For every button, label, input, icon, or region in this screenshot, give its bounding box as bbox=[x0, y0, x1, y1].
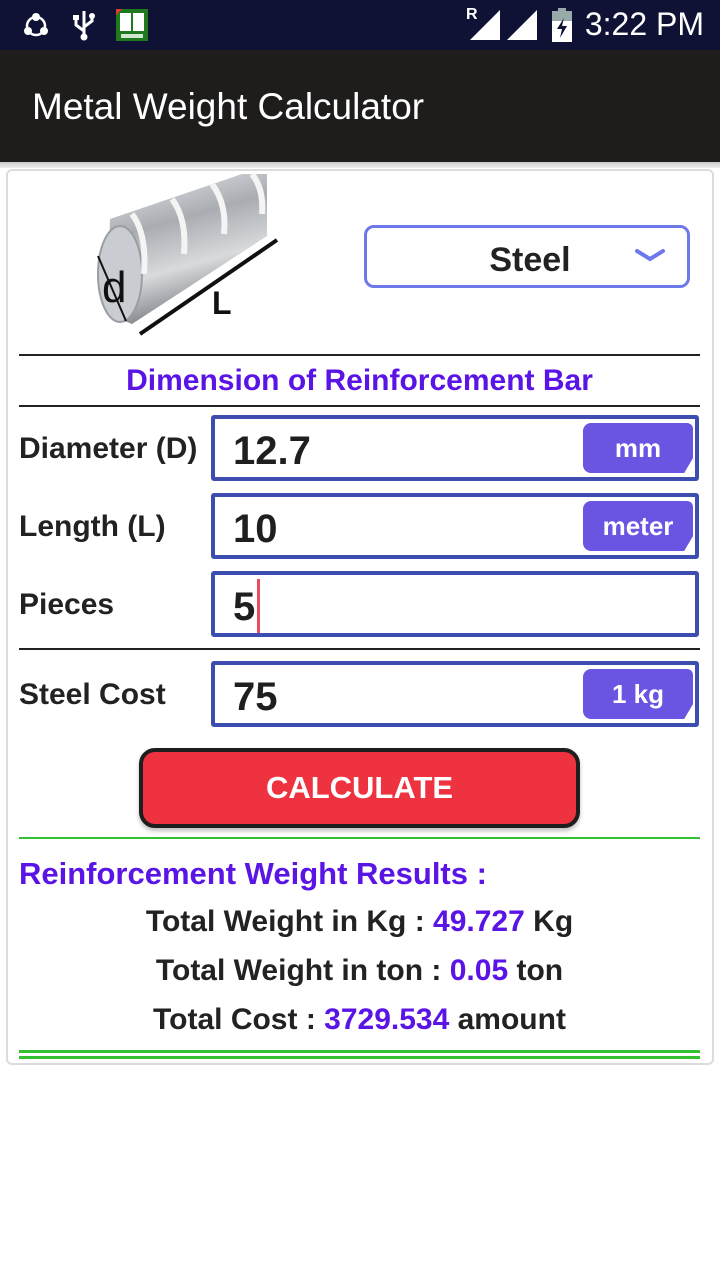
app-bar: Metal Weight Calculator bbox=[0, 50, 720, 162]
result-label: Total Cost : bbox=[153, 1003, 325, 1036]
cost-unit-badge: 1 kg bbox=[583, 669, 693, 719]
result-total-weight-ton: Total Weight in ton : 0.05 ton bbox=[19, 954, 700, 988]
length-value: 10 bbox=[233, 507, 278, 551]
results-title: Reinforcement Weight Results : bbox=[19, 856, 487, 891]
diameter-unit-badge: mm bbox=[583, 423, 693, 473]
result-value: 49.727 bbox=[433, 905, 525, 938]
divider bbox=[19, 648, 700, 650]
status-bar: R 3:22 PM bbox=[0, 0, 720, 50]
pieces-value: 5 bbox=[233, 585, 256, 629]
steel-cost-input[interactable]: 75 1 kg bbox=[211, 661, 699, 727]
diameter-label: Diameter (D) bbox=[19, 432, 198, 465]
signal-icon bbox=[507, 10, 537, 40]
shareit-icon bbox=[24, 13, 48, 37]
divider bbox=[19, 405, 700, 407]
chevron-down-icon bbox=[635, 249, 665, 262]
length-unit-badge: meter bbox=[583, 501, 693, 551]
result-unit: Kg bbox=[524, 905, 574, 938]
steel-cost-value: 75 bbox=[233, 675, 278, 719]
result-unit: amount bbox=[449, 1003, 566, 1036]
length-label: L bbox=[212, 285, 232, 321]
result-label: Total Weight in ton : bbox=[155, 954, 450, 987]
rebar-illustration: d L bbox=[97, 174, 279, 336]
result-value: 3729.534 bbox=[324, 1003, 450, 1036]
result-label: Total Weight in Kg : bbox=[145, 905, 434, 938]
app-title: Metal Weight Calculator bbox=[32, 86, 425, 127]
result-value: 0.05 bbox=[449, 954, 509, 987]
result-total-cost: Total Cost : 3729.534 amount bbox=[19, 1003, 700, 1037]
length-label: Length (L) bbox=[19, 510, 166, 543]
steel-cost-label: Steel Cost bbox=[19, 678, 166, 711]
pieces-label: Pieces bbox=[19, 588, 115, 621]
text-cursor bbox=[257, 579, 260, 633]
divider bbox=[19, 1056, 700, 1059]
pieces-input[interactable]: 5 bbox=[211, 571, 699, 637]
calculate-button[interactable]: CALCULATE bbox=[139, 748, 580, 828]
result-total-weight-kg: Total Weight in Kg : 49.727 Kg bbox=[19, 905, 700, 939]
usb-icon bbox=[73, 11, 95, 41]
diameter-label: d bbox=[102, 263, 126, 312]
signal-roaming-icon bbox=[470, 10, 500, 40]
app-bar-shadow bbox=[0, 162, 720, 168]
divider bbox=[19, 1050, 700, 1053]
diameter-input[interactable]: 12.7 mm bbox=[211, 415, 699, 481]
divider bbox=[19, 354, 700, 356]
status-time: 3:22 PM bbox=[584, 6, 704, 42]
divider bbox=[19, 837, 700, 839]
material-dropdown[interactable]: Steel bbox=[364, 225, 690, 288]
battery-charging-icon bbox=[552, 8, 572, 42]
section-title: Dimension of Reinforcement Bar bbox=[126, 364, 593, 397]
diameter-value: 12.7 bbox=[233, 429, 311, 473]
dictionary-app-icon bbox=[116, 9, 148, 41]
length-input[interactable]: 10 meter bbox=[211, 493, 699, 559]
result-unit: ton bbox=[508, 954, 564, 987]
